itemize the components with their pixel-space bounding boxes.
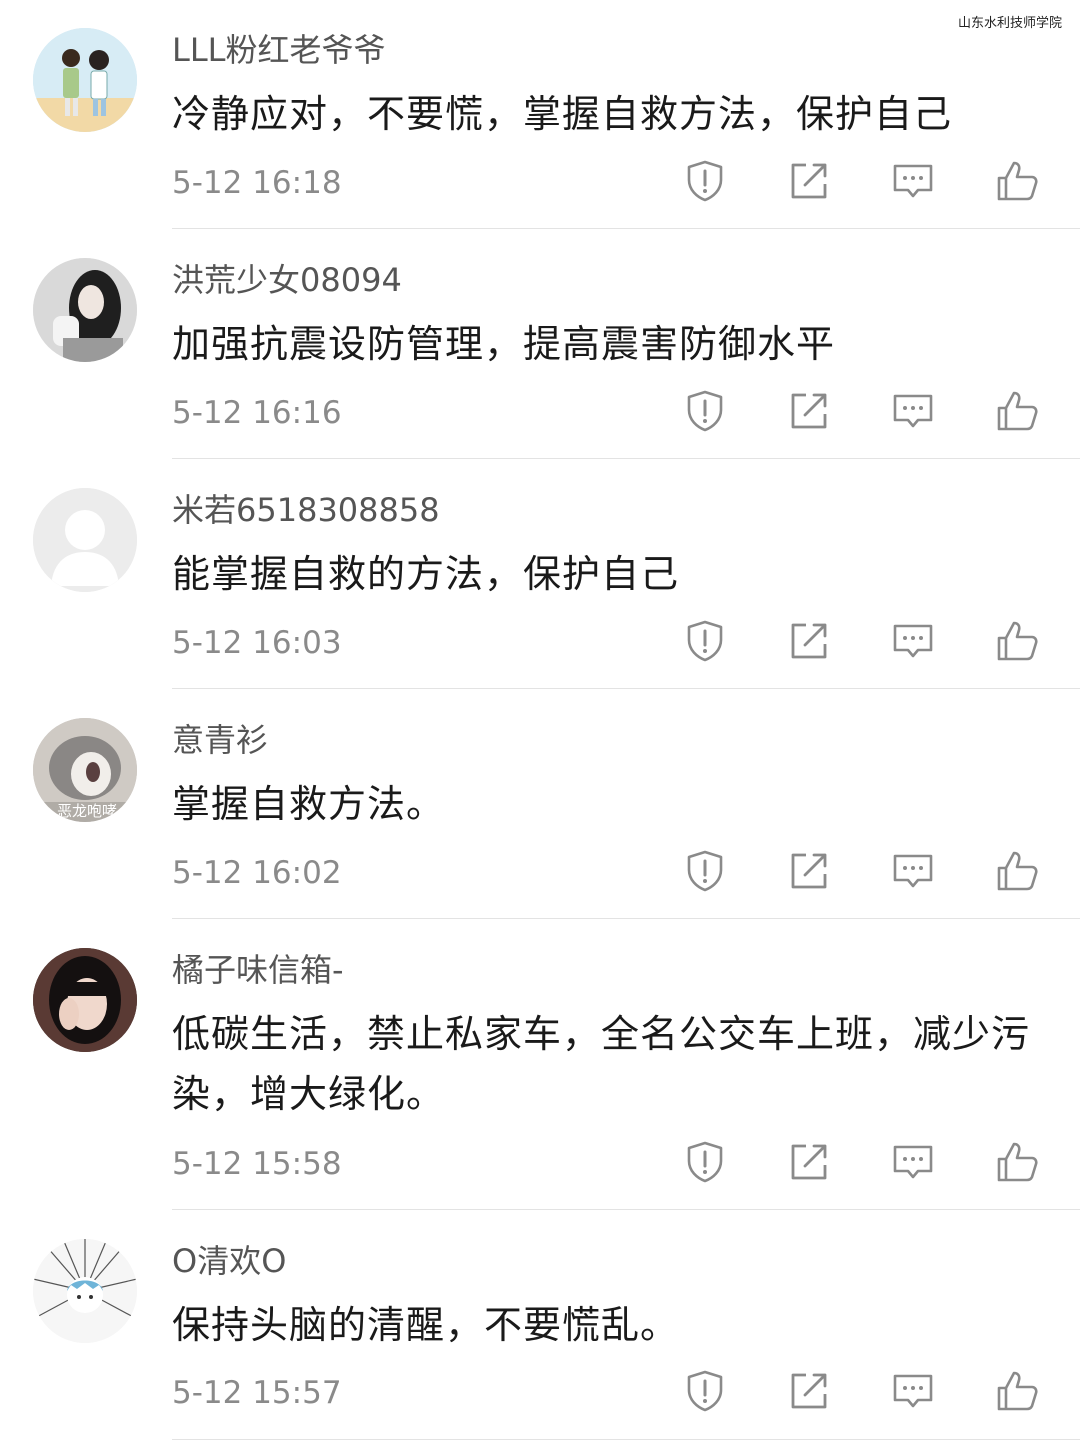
girl-photo-avatar-icon [33,258,137,362]
comment-item: O清欢O 保持头脑的清醒，不要慌乱。 5-12 15:57 [0,1211,1080,1452]
divider [172,918,1080,919]
like-button[interactable] [992,618,1042,668]
share-button[interactable] [784,848,834,898]
girl-selfie-avatar-icon [33,948,137,1052]
report-icon [682,1139,728,1189]
comment-item: 米若6518308858 能掌握自救的方法，保护自己 5-12 16:03 [0,460,1080,690]
like-button[interactable] [992,1368,1042,1418]
timestamp: 5-12 16:03 [172,625,342,661]
like-button[interactable] [992,158,1042,208]
report-icon [682,618,728,668]
comment-meta: 5-12 15:58 [172,1139,1052,1189]
comment-text: 冷静应对，不要慌，掌握自救方法，保护自己 [172,92,953,136]
reply-icon [890,618,936,668]
reply-button[interactable] [888,848,938,898]
share-icon [786,388,832,438]
cartoon-couple-avatar-icon [33,28,137,132]
comment-text: 掌握自救方法。 [172,782,446,826]
share-icon [786,848,832,898]
username[interactable]: 洪荒少女08094 [172,258,402,302]
reply-button[interactable] [888,388,938,438]
report-button[interactable] [680,848,730,898]
divider [172,458,1080,459]
report-button[interactable] [680,1139,730,1189]
share-button[interactable] [784,618,834,668]
avatar[interactable]: 恶龙咆哮 [33,718,137,822]
comment-item: 洪荒少女08094 加强抗震设防管理，提高震害防御水平 5-12 16:16 [0,230,1080,460]
username[interactable]: 意青衫 [172,718,268,762]
divider [172,688,1080,689]
avatar-caption: 恶龙咆哮 [57,802,118,820]
comment-meta: 5-12 16:03 [172,618,1052,668]
username[interactable]: 米若6518308858 [172,488,440,532]
report-icon [682,158,728,208]
comment-meta: 5-12 15:57 [172,1368,1052,1418]
report-icon [682,388,728,438]
share-icon [786,158,832,208]
timestamp: 5-12 16:18 [172,165,342,201]
comment-item: 恶龙咆哮 意青衫 掌握自救方法。 5-12 16:02 [0,690,1080,920]
share-button[interactable] [784,1368,834,1418]
avatar[interactable] [33,948,137,1052]
share-icon [786,1139,832,1189]
share-icon [786,1368,832,1418]
reply-icon [890,848,936,898]
like-button[interactable] [992,1139,1042,1189]
report-button[interactable] [680,388,730,438]
like-icon [994,848,1040,898]
username[interactable]: O清欢O [172,1239,286,1283]
comment-text: 低碳生活，禁止私家车，全名公交车上班，减少污染，增大绿化。 [172,1012,1031,1116]
comment-meta: 5-12 16:18 [172,158,1052,208]
like-button[interactable] [992,848,1042,898]
comment-text: 能掌握自救的方法，保护自己 [172,552,680,596]
comment-meta: 5-12 16:02 [172,848,1052,898]
reply-icon [890,1139,936,1189]
divider [172,228,1080,229]
avatar[interactable] [33,258,137,362]
avatar[interactable] [33,488,137,592]
anime-sketch-avatar-icon [33,1239,137,1343]
report-icon [682,848,728,898]
like-icon [994,618,1040,668]
timestamp: 5-12 15:58 [172,1146,342,1182]
like-icon [994,1139,1040,1189]
report-button[interactable] [680,618,730,668]
share-button[interactable] [784,388,834,438]
comment-text: 加强抗震设防管理，提高震害防御水平 [172,322,836,366]
username[interactable]: LLL粉红老爷爷 [172,28,386,72]
share-icon [786,618,832,668]
avatar[interactable] [33,1239,137,1343]
reply-icon [890,158,936,208]
reply-button[interactable] [888,1368,938,1418]
share-button[interactable] [784,158,834,208]
reply-icon [890,1368,936,1418]
like-button[interactable] [992,388,1042,438]
comment-item: LLL粉红老爷爷 冷静应对，不要慌，掌握自救方法，保护自己 5-12 16:18 [0,0,1080,230]
reply-button[interactable] [888,1139,938,1189]
comment-meta: 5-12 16:16 [172,388,1052,438]
reply-icon [890,388,936,438]
comment-text: 保持头脑的清醒，不要慌乱。 [172,1303,680,1347]
reply-button[interactable] [888,618,938,668]
divider [172,1209,1080,1210]
share-button[interactable] [784,1139,834,1189]
timestamp: 5-12 16:02 [172,855,342,891]
divider [172,1439,1080,1440]
report-icon [682,1368,728,1418]
comment-item: 橘子味信箱- 低碳生活，禁止私家车，全名公交车上班，减少污染，增大绿化。 5-1… [0,920,1080,1210]
timestamp: 5-12 16:16 [172,395,342,431]
like-icon [994,388,1040,438]
default-user-avatar-icon [33,488,137,592]
avatar[interactable] [33,28,137,132]
like-icon [994,1368,1040,1418]
report-button[interactable] [680,158,730,208]
timestamp: 5-12 15:57 [172,1375,342,1411]
reply-button[interactable] [888,158,938,208]
like-icon [994,158,1040,208]
username[interactable]: 橘子味信箱- [172,948,344,992]
report-button[interactable] [680,1368,730,1418]
